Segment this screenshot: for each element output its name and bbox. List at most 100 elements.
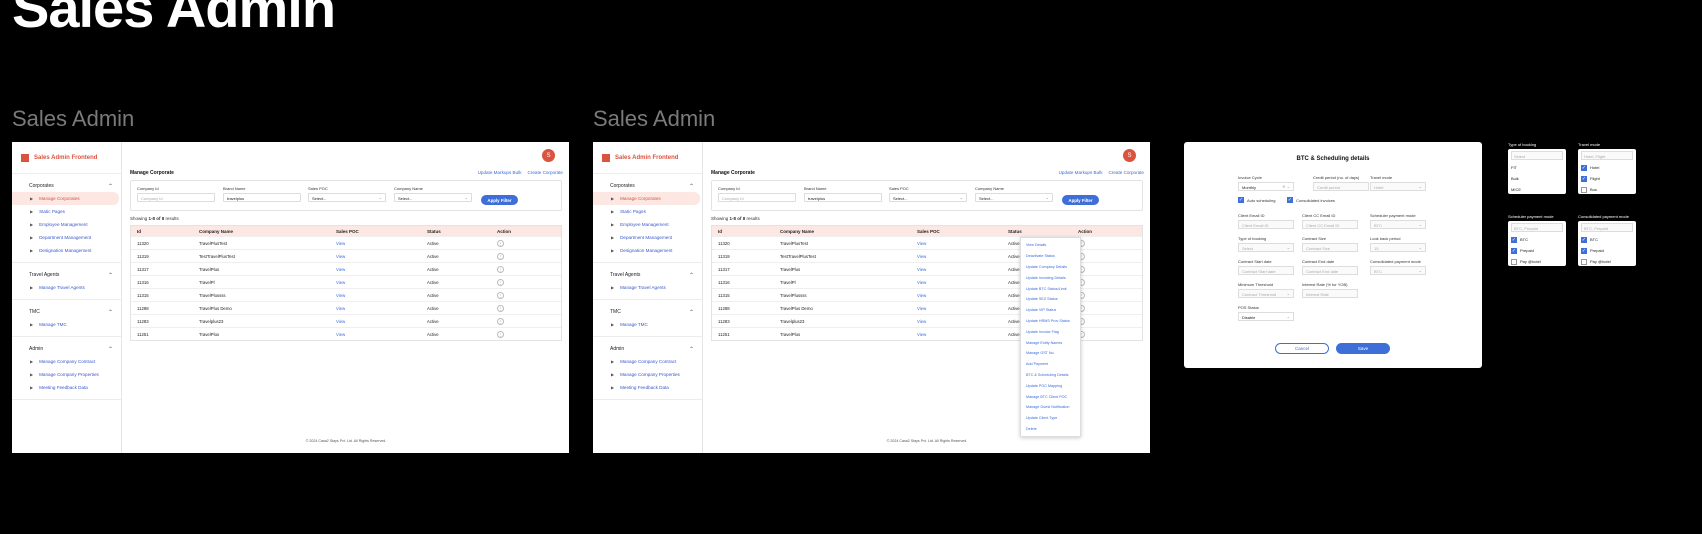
sidebar-item[interactable]: ▶ Manage Company Properties	[593, 368, 702, 381]
avatar[interactable]: S	[1123, 149, 1136, 162]
contract-end-field[interactable]: Contract End date Contract End date	[1302, 259, 1358, 275]
action-menu-item[interactable]: Update Invoicing Details	[1021, 272, 1080, 283]
option-btc[interactable]: ✓ BTC	[1511, 234, 1563, 245]
view-link[interactable]: View	[336, 332, 427, 337]
action-menu-item[interactable]: Update BTC Status/Limit	[1021, 283, 1080, 294]
view-link[interactable]: View	[336, 293, 427, 298]
sidebar-group-header[interactable]: Admin ⌃	[12, 343, 121, 355]
cancel-button[interactable]: Cancel	[1275, 343, 1329, 354]
sidebar-item[interactable]: ▶ Manage Corporates	[12, 192, 119, 205]
consolidated-payment-mode-field[interactable]: Consolidated payment mode BTC ⌄	[1370, 259, 1426, 275]
action-menu-item[interactable]: Update POC Mapping	[1021, 380, 1080, 391]
option-bulk[interactable]: Bulk	[1511, 173, 1563, 184]
sidebar-item[interactable]: ▶ Manage Corporates	[593, 192, 700, 205]
option-hotel[interactable]: ✓ Hotel	[1581, 162, 1633, 173]
view-link[interactable]: View	[336, 254, 427, 259]
company-id-input[interactable]: Company Id	[137, 193, 215, 202]
action-menu-item[interactable]: Manage BTC Client POC	[1021, 391, 1080, 402]
view-link[interactable]: View	[917, 267, 1008, 272]
sidebar-item[interactable]: ▶ Designation Management	[593, 244, 702, 257]
view-link[interactable]: View	[336, 306, 427, 311]
more-actions-icon[interactable]: ⋮	[497, 239, 504, 247]
action-menu-item[interactable]: View Details	[1021, 240, 1080, 251]
app-logo[interactable]: Sales Admin Frontend	[12, 142, 121, 174]
view-link[interactable]: View	[917, 332, 1008, 337]
sidebar-group-header[interactable]: Admin ⌃	[593, 343, 702, 355]
sidebar-group-header[interactable]: Travel Agents ⌃	[12, 269, 121, 281]
option-bus[interactable]: Bus	[1581, 184, 1633, 195]
action-menu-item[interactable]: Delete	[1021, 424, 1080, 435]
action-menu-item[interactable]: Update VIP Status	[1021, 305, 1080, 316]
sidebar-group-header[interactable]: Travel Agents ⌃	[593, 269, 702, 281]
view-link[interactable]: View	[917, 319, 1008, 324]
consolidated-invoices-checkbox[interactable]: ✓ Consolidated invoices	[1287, 197, 1335, 203]
contract-start-field[interactable]: Contract Start date Contract Start date	[1238, 259, 1294, 275]
type-of-booking-field[interactable]: Type of booking Select ⌄	[1238, 236, 1294, 252]
credit-period-field[interactable]: Credit period (no. of days) Credit period	[1313, 175, 1369, 191]
sidebar-item[interactable]: ▶ Meeting Feedback Data	[12, 381, 121, 394]
sidebar-item[interactable]: ▶ Manage Company Properties	[12, 368, 121, 381]
sidebar-item[interactable]: ▶ Manage Company Contract	[593, 355, 702, 368]
client-email-field[interactable]: Client Email ID Client Email ID	[1238, 213, 1294, 229]
scheduler-payment-select[interactable]: BTC, Prepaid	[1511, 223, 1563, 232]
view-link[interactable]: View	[917, 254, 1008, 259]
consolidated-payment-select[interactable]: BTC, Prepaid	[1581, 223, 1633, 232]
scheduler-payment-mode-field[interactable]: Scheduler payment mode BTC ⌄	[1370, 213, 1426, 229]
view-link[interactable]: View	[917, 293, 1008, 298]
sidebar-item[interactable]: ▶ Manage TMC	[12, 318, 121, 331]
sidebar-item[interactable]: ▶ Designation Management	[12, 244, 121, 257]
action-menu-item[interactable]: Update Company Details	[1021, 262, 1080, 273]
app-logo[interactable]: Sales Admin Frontend	[593, 142, 702, 174]
option-mice[interactable]: MICE	[1511, 184, 1563, 195]
update-markups-bulk-link[interactable]: Update Markups Bulk	[478, 170, 522, 175]
action-menu-item[interactable]: Add Payment	[1021, 359, 1080, 370]
action-menu-item[interactable]: Manage GST No.	[1021, 348, 1080, 359]
interest-rate-field[interactable]: Interest Rate (% for YOB) Interest Rate	[1302, 282, 1358, 298]
travel-mode-select[interactable]: Hotel, Flight	[1581, 151, 1633, 160]
sidebar-item[interactable]: ▶ Employee Management	[12, 218, 121, 231]
sidebar-item[interactable]: ▶ Department Management	[593, 231, 702, 244]
brand-name-input[interactable]: travelplus	[804, 193, 882, 202]
minimum-threshold-field[interactable]: Minimum Threshold Contract Threshold ⌄	[1238, 282, 1294, 298]
action-menu-item[interactable]: Update Invoice Flag	[1021, 326, 1080, 337]
travel-mode-field[interactable]: Travel mode Hotel ⌄	[1370, 175, 1426, 191]
invoice-cycle-field[interactable]: Invoice Cycle Monthly ✕ ⌄	[1238, 175, 1294, 191]
sales-poc-select[interactable]: Select... ⌄	[889, 193, 967, 202]
action-menu-item[interactable]: Update HRMS Prov Status	[1021, 316, 1080, 327]
more-actions-icon[interactable]: ⋮	[497, 252, 504, 260]
create-corporate-link[interactable]: Create Corporate	[1109, 170, 1145, 175]
company-id-input[interactable]: Company Id	[718, 193, 796, 202]
pos-status-field[interactable]: POS Status Disable ⌄	[1238, 305, 1294, 321]
apply-filter-button[interactable]: Apply Filter	[481, 195, 518, 205]
option-fit[interactable]: FIT	[1511, 162, 1563, 173]
action-menu-item[interactable]: Manage Entity Names	[1021, 337, 1080, 348]
sidebar-item[interactable]: ▶ Manage Travel Agents	[12, 281, 121, 294]
sidebar-group-header[interactable]: Corporates ⌃	[593, 180, 702, 192]
view-link[interactable]: View	[917, 306, 1008, 311]
sales-poc-select[interactable]: Select... ⌄	[308, 193, 386, 202]
option-pay-hotel[interactable]: Pay @hotel	[1581, 256, 1633, 267]
more-actions-icon[interactable]: ⋮	[497, 304, 504, 312]
avatar[interactable]: S	[542, 149, 555, 162]
view-link[interactable]: View	[917, 241, 1008, 246]
apply-filter-button[interactable]: Apply Filter	[1062, 195, 1099, 205]
option-flight[interactable]: ✓ Flight	[1581, 173, 1633, 184]
more-actions-icon[interactable]: ⋮	[497, 317, 504, 325]
action-menu-item[interactable]: BTC & Scheduling Details	[1021, 370, 1080, 381]
sidebar-group-header[interactable]: Corporates ⌃	[12, 180, 121, 192]
action-menu-item[interactable]: Update Client Type	[1021, 413, 1080, 424]
more-actions-icon[interactable]: ⋮	[497, 330, 504, 338]
sidebar-item[interactable]: ▶ Manage Travel Agents	[593, 281, 702, 294]
sidebar-item[interactable]: ▶ Manage Company Contract	[12, 355, 121, 368]
save-button[interactable]: Save	[1336, 343, 1390, 354]
more-actions-icon[interactable]: ⋮	[497, 278, 504, 286]
view-link[interactable]: View	[336, 267, 427, 272]
sidebar-group-header[interactable]: TMC ⌃	[12, 306, 121, 318]
look-back-period-field[interactable]: Look back period 15 ⌄	[1370, 236, 1426, 252]
create-corporate-link[interactable]: Create Corporate	[528, 170, 564, 175]
more-actions-icon[interactable]: ⋮	[497, 291, 504, 299]
contract-size-field[interactable]: Contract Size Contract Size	[1302, 236, 1358, 252]
action-menu-item[interactable]: Update SEZ Status	[1021, 294, 1080, 305]
type-of-booking-select[interactable]: Select	[1511, 151, 1563, 160]
sidebar-item[interactable]: ▶ Meeting Feedback Data	[593, 381, 702, 394]
